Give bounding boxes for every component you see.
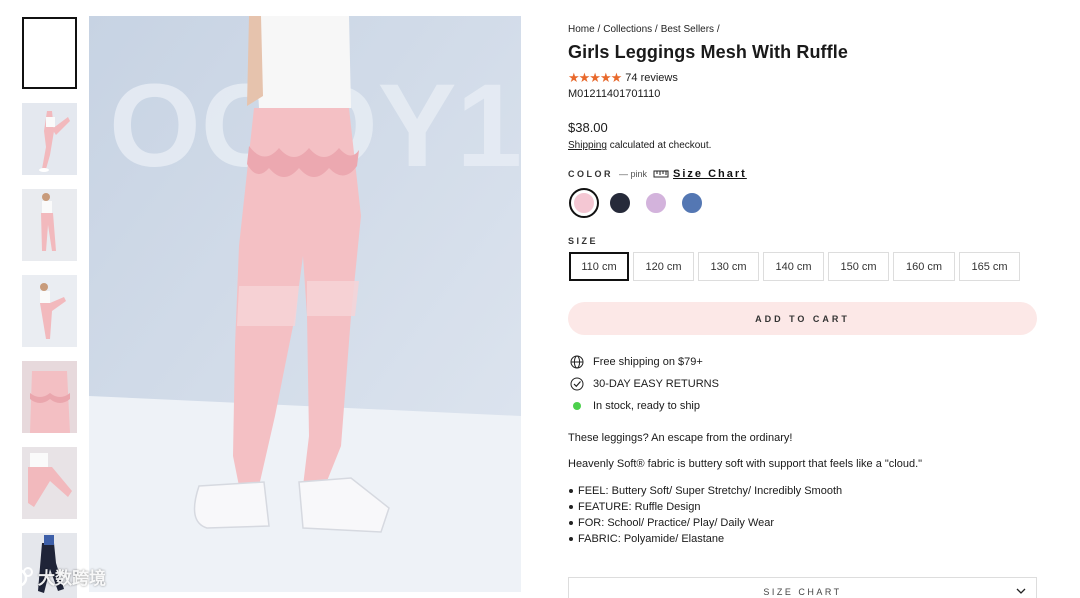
feature-in-stock: In stock, ready to ship — [570, 395, 1038, 417]
thumbnail-5[interactable] — [22, 361, 77, 433]
thumbnail-list — [22, 17, 78, 598]
description-bullets: FEEL: Buttery Soft/ Super Stretchy/ Incr… — [568, 483, 1038, 547]
shipping-note: Shipping calculated at checkout. — [568, 140, 1038, 151]
bullet-feature: FEATURE: Ruffle Design — [568, 499, 1038, 515]
color-swatches — [569, 188, 1038, 218]
color-swatch-pink[interactable] — [569, 188, 599, 218]
product-info: Home / Collections / Best Sellers / Girl… — [568, 22, 1038, 547]
size-option-150-cm[interactable]: 150 cm — [828, 252, 889, 281]
color-swatch-fill — [680, 191, 704, 215]
breadcrumb: Home / Collections / Best Sellers / — [568, 22, 1038, 36]
thumbnail-5-image — [22, 361, 77, 433]
color-swatch-lavender[interactable] — [641, 188, 671, 218]
thumbnail-3-image — [22, 189, 77, 261]
accordion-label: SIZE CHART — [763, 587, 842, 597]
thumbnail-2-image — [22, 103, 77, 175]
feature-returns: 30-DAY EASY RETURNS — [570, 373, 1038, 395]
color-swatch-blue[interactable] — [677, 188, 707, 218]
feature-free-shipping: Free shipping on $79+ — [570, 351, 1038, 373]
selected-color-name: — pink — [619, 169, 648, 179]
watermark-text: 大数跨境 — [38, 569, 106, 588]
size-option-110-cm[interactable]: 110 cm — [569, 252, 629, 281]
color-swatch-fill — [644, 191, 668, 215]
ruler-icon — [653, 170, 669, 178]
thumbnail-1[interactable] — [22, 17, 77, 89]
thumbnail-6-image — [22, 447, 77, 519]
chevron-down-icon — [1016, 588, 1026, 594]
color-label: COLOR — [568, 169, 613, 179]
size-options: 110 cm 120 cm 130 cm 140 cm 150 cm 160 cm 165 … — [569, 252, 1038, 281]
watermark-logo: 大数跨境 — [8, 564, 106, 589]
color-swatch-fill — [572, 191, 596, 215]
size-option-140-cm[interactable]: 140 cm — [763, 252, 824, 281]
description-intro: These leggings? An escape from the ordin… — [568, 432, 793, 444]
main-product-illustration: OODY1 — [89, 16, 521, 592]
thumbnail-6[interactable] — [22, 447, 77, 519]
rating-row[interactable]: ★★★★★ 74 reviews — [568, 70, 1038, 86]
thumbnail-2[interactable] — [22, 103, 77, 175]
shipping-note-text: calculated at checkout. — [606, 140, 712, 151]
product-title: Girls Leggings Mesh With Ruffle — [568, 42, 848, 62]
feature-text: 30-DAY EASY RETURNS — [593, 378, 719, 390]
in-stock-dot-icon — [570, 399, 584, 413]
thumbnail-4-image — [22, 275, 77, 347]
size-chart-accordion[interactable]: SIZE CHART — [568, 577, 1037, 598]
check-circle-icon — [570, 377, 584, 391]
bullet-fabric: FABRIC: Polyamide/ Elastane — [568, 531, 1038, 547]
breadcrumb-home[interactable]: Home / — [568, 24, 600, 35]
size-option-130-cm[interactable]: 130 cm — [698, 252, 759, 281]
size-chart-link-label: Size Chart — [673, 168, 747, 180]
product-sku: M01211401701110 — [568, 88, 661, 100]
size-option-120-cm[interactable]: 120 cm — [633, 252, 694, 281]
breadcrumb-collections[interactable]: Collections / — [603, 24, 657, 35]
main-product-image[interactable]: OODY1 — [89, 16, 521, 592]
bullet-feel: FEEL: Buttery Soft/ Super Stretchy/ Incr… — [568, 483, 1038, 499]
color-swatch-navy[interactable] — [605, 188, 635, 218]
size-label: SIZE — [568, 236, 599, 246]
star-rating-icon: ★★★★★ — [568, 70, 622, 85]
description-fabric: Heavenly Soft® fabric is buttery soft wi… — [568, 458, 923, 470]
product-price: $38.00 — [568, 120, 608, 135]
thumbnail-4[interactable] — [22, 275, 77, 347]
watermark-icon — [8, 566, 33, 587]
color-header: COLOR — pink Size Chart — [568, 168, 1038, 180]
size-option-160-cm[interactable]: 160 cm — [893, 252, 955, 281]
size-chart-link[interactable]: Size Chart — [653, 168, 747, 180]
globe-icon — [570, 355, 584, 369]
feature-list: Free shipping on $79+ 30-DAY EASY RETURN… — [568, 351, 1038, 417]
shipping-link[interactable]: Shipping — [568, 140, 607, 151]
reviews-count[interactable]: 74 reviews — [625, 72, 678, 84]
thumbnail-3[interactable] — [22, 189, 77, 261]
add-to-cart-button[interactable]: ADD TO CART — [568, 302, 1037, 335]
size-option-165-cm[interactable]: 165 cm — [959, 252, 1020, 281]
feature-text: Free shipping on $79+ — [593, 356, 703, 368]
breadcrumb-best-sellers[interactable]: Best Sellers / — [661, 24, 720, 35]
bullet-for: FOR: School/ Practice/ Play/ Daily Wear — [568, 515, 1038, 531]
feature-text: In stock, ready to ship — [593, 400, 700, 412]
color-swatch-fill — [608, 191, 632, 215]
